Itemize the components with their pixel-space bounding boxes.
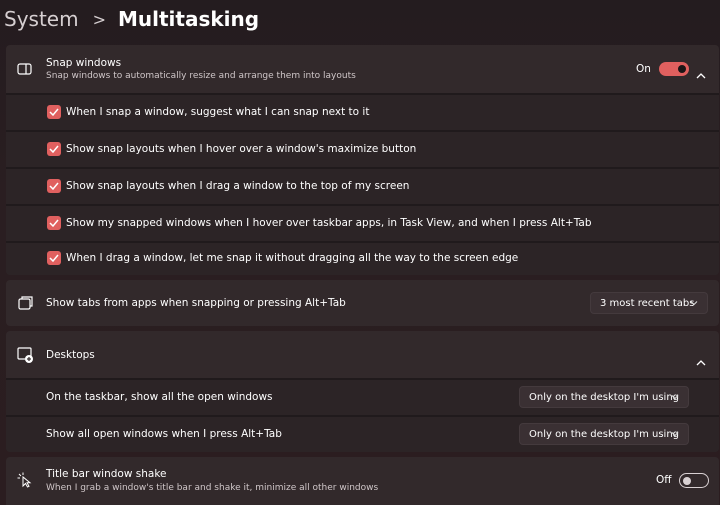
snap-option-row[interactable]: Show my snapped windows when I hover ove… [6,206,719,241]
chevron-up-icon[interactable] [696,64,706,83]
checkmark-icon [49,254,59,262]
checkmark-icon [49,182,59,190]
desktops-taskbar-label: On the taskbar, show all the open window… [46,391,273,403]
desktops-title: Desktops [46,349,95,361]
title-bar-shake-card: Title bar window shake When I grab a win… [6,457,719,505]
chevron-up-icon[interactable] [696,351,706,370]
desktops-taskbar-dropdown[interactable]: Only on the desktop I'm using [519,386,689,408]
snap-windows-card: Snap windows Snap windows to automatical… [6,45,719,275]
checkmark-icon [49,145,59,153]
breadcrumb-separator: > [92,9,106,29]
desktops-header[interactable]: Desktops [6,331,719,378]
checkmark-icon [49,108,59,116]
checkmark-icon [49,219,59,227]
desktops-taskbar-value: Only on the desktop I'm using [529,391,680,403]
snap-option-checkbox[interactable] [47,105,61,119]
title-bar-shake-title: Title bar window shake [46,468,167,480]
desktops-alttab-value: Only on the desktop I'm using [529,428,680,440]
desktops-alttab-dropdown[interactable]: Only on the desktop I'm using [519,423,689,445]
breadcrumb: System > Multitasking [4,4,259,34]
snap-option-label: When I drag a window, let me snap it wit… [66,252,519,264]
alt-tab-tabs-dropdown[interactable]: 3 most recent tabs [590,292,708,314]
title-bar-shake-state-label: Off [656,474,672,486]
desktops-card: Desktops On the taskbar, show all the op… [6,331,719,452]
alt-tab-tabs-value: 3 most recent tabs [600,297,695,309]
snap-option-label: Show snap layouts when I drag a window t… [66,180,410,192]
snap-windows-toggle[interactable] [659,62,689,76]
snap-windows-description: Snap windows to automatically resize and… [46,71,356,81]
snap-windows-state-label: On [636,63,651,75]
snap-option-row[interactable]: Show snap layouts when I drag a window t… [6,169,719,204]
desktops-icon [17,347,34,367]
breadcrumb-system-link[interactable]: System [4,7,79,31]
desktops-taskbar-row: On the taskbar, show all the open window… [6,380,719,415]
alt-tab-tabs-card: Show tabs from apps when snapping or pre… [6,280,719,326]
shake-cursor-icon [17,472,33,492]
desktops-alttab-label: Show all open windows when I press Alt+T… [46,428,282,440]
page-title: Multitasking [118,7,260,31]
snap-option-row[interactable]: When I snap a window, suggest what I can… [6,95,719,130]
snap-option-label: Show my snapped windows when I hover ove… [66,217,592,229]
snap-option-checkbox[interactable] [47,216,61,230]
desktops-alttab-row: Show all open windows when I press Alt+T… [6,417,719,452]
chevron-down-icon [671,429,679,440]
title-bar-shake-description: When I grab a window's title bar and sha… [46,483,379,493]
snap-windows-title: Snap windows [46,57,122,69]
snap-option-row[interactable]: When I drag a window, let me snap it wit… [6,243,719,275]
chevron-down-icon [690,298,698,309]
title-bar-shake-toggle[interactable] [679,473,709,488]
snap-option-label: Show snap layouts when I hover over a wi… [66,143,417,155]
snap-option-checkbox[interactable] [47,251,61,265]
snap-windows-icon [17,61,33,80]
chevron-down-icon [671,392,679,403]
snap-option-row[interactable]: Show snap layouts when I hover over a wi… [6,132,719,167]
snap-option-checkbox[interactable] [47,142,61,156]
snap-windows-header[interactable]: Snap windows Snap windows to automatical… [6,45,719,93]
tabs-icon [18,295,34,315]
snap-option-checkbox[interactable] [47,179,61,193]
snap-option-label: When I snap a window, suggest what I can… [66,106,370,118]
alt-tab-tabs-label: Show tabs from apps when snapping or pre… [46,297,346,309]
